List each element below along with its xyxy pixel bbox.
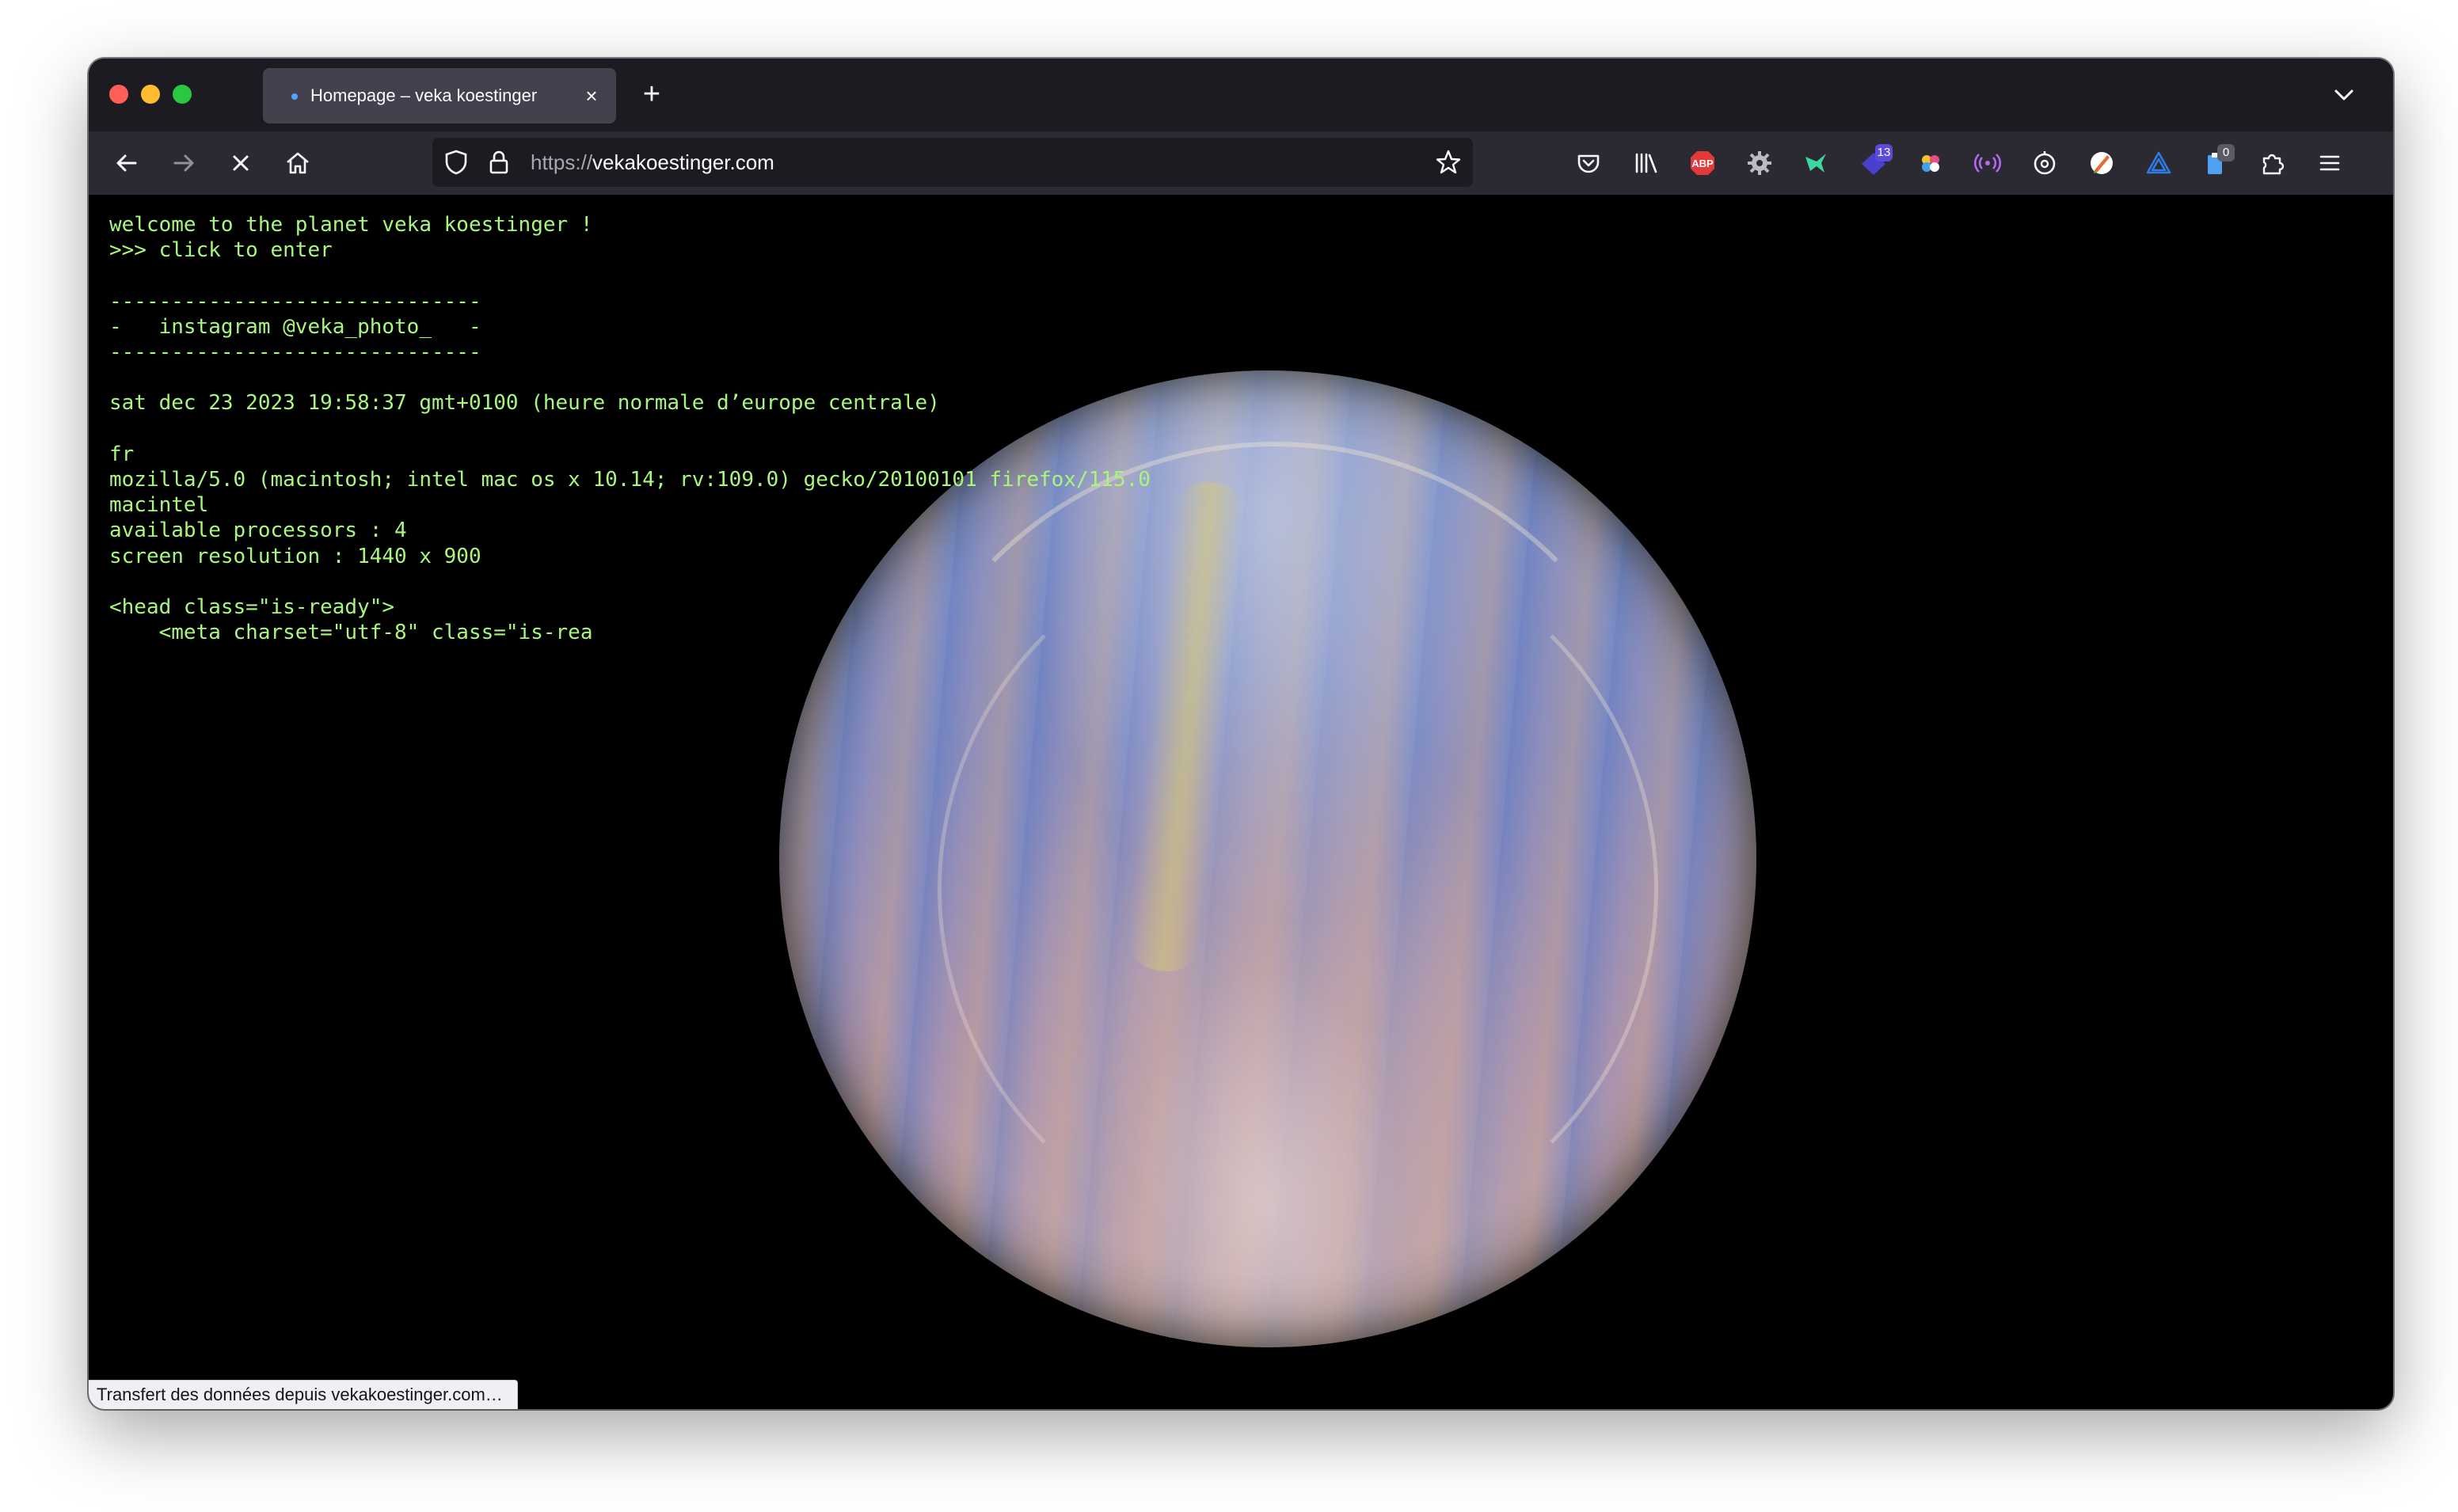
terminal-line: fr [109, 442, 135, 466]
tab-title: Homepage – veka koestinger [310, 85, 538, 105]
adblock-icon[interactable]: ABP [1682, 142, 1723, 184]
url-text[interactable]: https://vekakoestinger.com [531, 138, 774, 187]
terminal-line: ------------------------------ [109, 340, 481, 365]
hamburger-menu-icon[interactable] [2309, 142, 2350, 184]
timer-extension-icon[interactable] [2024, 142, 2065, 184]
pen-extension-icon[interactable] [2081, 142, 2122, 184]
tab-homepage[interactable]: Homepage – veka koestinger × [263, 68, 616, 123]
browser-window: Homepage – veka koestinger × + https://v… [89, 59, 2393, 1409]
hummingbird-extension-icon[interactable] [1796, 142, 1837, 184]
library-icon[interactable] [1625, 142, 1666, 184]
minimize-window-button[interactable] [141, 85, 160, 104]
tab-list-chevron-icon[interactable] [2327, 78, 2361, 112]
enter-link[interactable]: >>> click to enter [109, 237, 1151, 263]
stop-icon[interactable] [220, 142, 261, 184]
terminal-text[interactable]: welcome to the planet veka koestinger ! >… [109, 212, 1151, 645]
page-content[interactable]: welcome to the planet veka koestinger ! >… [89, 195, 2393, 1409]
terminal-line: sat dec 23 2023 19:58:37 gmt+0100 (heure… [109, 391, 940, 416]
pocket-icon[interactable] [1568, 142, 1609, 184]
clipboard-extension-icon[interactable]: 0 [2195, 142, 2236, 184]
terminal-line: ------------------------------ [109, 289, 481, 313]
bookmark-star-icon[interactable] [1433, 147, 1463, 181]
tab-close-icon[interactable]: × [578, 82, 605, 109]
triangle-extension-icon[interactable] [2138, 142, 2179, 184]
adblock-label: ABP [1691, 157, 1714, 169]
terminal-line: <meta charset="utf-8" class="is-rea [109, 621, 593, 645]
clipboard-badge: 0 [2217, 144, 2235, 161]
lock-icon[interactable] [485, 148, 513, 180]
notifications-extension-icon[interactable]: 13 [1853, 142, 1894, 184]
home-icon[interactable] [277, 142, 318, 184]
back-icon[interactable] [106, 142, 147, 184]
url-bar[interactable]: https://vekakoestinger.com [432, 138, 1473, 187]
url-host: vekakoestinger.com [592, 150, 774, 174]
terminal-line: welcome to the planet veka koestinger ! [109, 213, 593, 237]
tab-bar: Homepage – veka koestinger × + [89, 59, 2393, 131]
terminal-line: available processors : 4 [109, 519, 407, 543]
new-tab-button[interactable]: + [634, 76, 670, 112]
terminal-line: <head class="is-ready"> [109, 595, 395, 620]
gear-extension-icon[interactable] [1739, 142, 1780, 184]
shield-icon[interactable] [442, 148, 470, 180]
terminal-line: macintel [109, 493, 209, 518]
notifications-badge: 13 [1875, 144, 1893, 161]
colors-extension-icon[interactable] [1910, 142, 1951, 184]
terminal-line: mozilla/5.0 (macintosh; intel mac os x 1… [109, 468, 1151, 492]
terminal-line[interactable]: - instagram @veka_photo_ - [109, 314, 1151, 340]
zoom-window-button[interactable] [173, 85, 192, 104]
close-window-button[interactable] [109, 85, 128, 104]
url-scheme: https:// [531, 150, 593, 174]
status-bar: Transfert des données depuis vekakoestin… [89, 1380, 518, 1409]
radio-extension-icon[interactable] [1967, 142, 2008, 184]
navigation-toolbar: https://vekakoestinger.com ABP 13 0 [89, 131, 2393, 195]
terminal-line: screen resolution : 1440 x 900 [109, 544, 481, 568]
forward-icon[interactable] [163, 142, 204, 184]
loading-dot-icon [291, 93, 298, 100]
puzzle-icon[interactable] [2252, 142, 2293, 184]
